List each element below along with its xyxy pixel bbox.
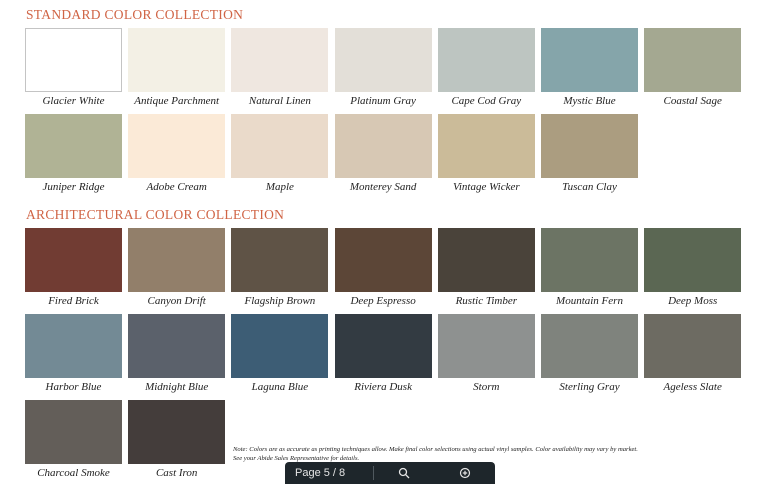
color-swatch (128, 114, 226, 178)
color-swatch (334, 314, 432, 378)
color-swatch-label: Monterey Sand (349, 181, 417, 193)
color-swatch-item: Storm (437, 314, 535, 393)
color-swatch-label: Tuscan Clay (562, 181, 617, 193)
disclaimer-line-1: Note: Colors are as accurate as printing… (233, 446, 638, 453)
color-swatch (437, 28, 535, 92)
color-swatch-item: Antique Parchment (128, 28, 226, 107)
color-swatch (128, 400, 226, 464)
color-swatch-item: Rustic Timber (437, 228, 535, 307)
color-swatch-item: Deep Espresso (334, 228, 432, 307)
color-swatch (334, 28, 432, 92)
color-swatch (231, 28, 329, 92)
color-swatch-label: Cape Cod Gray (451, 95, 522, 107)
color-swatch-label: Harbor Blue (45, 381, 102, 393)
color-swatch-label: Riviera Dusk (354, 381, 412, 393)
color-swatch (231, 314, 329, 378)
color-swatch (437, 114, 535, 178)
color-swatch-item: Maple (231, 114, 329, 193)
color-swatch (644, 28, 742, 92)
color-swatch-item: Sterling Gray (541, 314, 638, 393)
color-swatch-label: Midnight Blue (145, 381, 209, 393)
color-swatch (541, 114, 638, 178)
color-swatch-item: Riviera Dusk (334, 314, 432, 393)
color-swatch-label: Mountain Fern (556, 295, 623, 307)
color-swatch-item: Tuscan Clay (541, 114, 638, 193)
color-swatch-label: Juniper Ridge (42, 181, 105, 193)
color-swatch-label: Deep Espresso (350, 295, 416, 307)
color-swatch-item: Cape Cod Gray (437, 28, 535, 107)
color-swatch (25, 228, 122, 292)
color-swatch-label: Adobe Cream (146, 181, 207, 193)
color-swatch-item: Vintage Wicker (437, 114, 535, 193)
color-swatch-label: Maple (265, 181, 294, 193)
magnifier-icon[interactable] (374, 462, 435, 484)
color-swatch-label: Deep Moss (668, 295, 718, 307)
zoom-icon-glyph (459, 467, 470, 479)
disclaimer-note: Note: Colors are as accurate as printing… (233, 446, 638, 463)
color-swatch-item: Canyon Drift (128, 228, 226, 307)
color-swatch-item: Ageless Slate (644, 314, 742, 393)
color-swatch-item: Midnight Blue (128, 314, 226, 393)
color-swatch-label: Fired Brick (48, 295, 99, 307)
color-swatch-item: Adobe Cream (128, 114, 226, 193)
magnifier-icon-glyph (399, 467, 410, 479)
color-swatch (334, 114, 432, 178)
color-swatch-item: Natural Linen (231, 28, 329, 107)
color-swatch-item: Fired Brick (25, 228, 122, 307)
color-swatch-label: Flagship Brown (244, 295, 316, 307)
color-swatch-label: Canyon Drift (147, 295, 206, 307)
color-swatch-item: Platinum Gray (334, 28, 432, 107)
color-swatch (231, 228, 329, 292)
architectural-collection-title: ARCHITECTURAL COLOR COLLECTION (26, 207, 285, 222)
color-swatch (128, 314, 226, 378)
color-swatch-item: Harbor Blue (25, 314, 122, 393)
color-swatch-label: Charcoal Smoke (37, 467, 110, 479)
color-swatch-label: Laguna Blue (251, 381, 309, 393)
color-swatch-label: Rustic Timber (455, 295, 517, 307)
color-swatch (25, 400, 122, 464)
color-swatch-item: Glacier White (25, 28, 122, 107)
color-swatch-label: Cast Iron (155, 467, 198, 479)
color-swatch-label: Natural Linen (248, 95, 311, 107)
color-swatch (334, 228, 432, 292)
color-swatch-item: Charcoal Smoke (25, 400, 122, 479)
color-swatch-label: Antique Parchment (134, 95, 220, 107)
color-swatch (541, 28, 638, 92)
color-swatch-item: Deep Moss (644, 228, 742, 307)
color-swatch-label: Glacier White (42, 95, 105, 107)
color-swatch (644, 314, 742, 378)
color-swatch (644, 228, 742, 292)
color-swatch-label: Sterling Gray (559, 381, 620, 393)
color-swatch-label: Platinum Gray (350, 95, 416, 107)
color-swatch (541, 314, 638, 378)
zoom-icon[interactable] (435, 462, 496, 484)
color-swatch-item: Mystic Blue (541, 28, 638, 107)
color-swatch-item: Coastal Sage (644, 28, 742, 107)
color-swatch (128, 28, 226, 92)
color-swatch-item: Mountain Fern (541, 228, 638, 307)
color-swatch (231, 114, 329, 178)
page-indicator[interactable]: Page 5 / 8 (285, 462, 373, 484)
color-swatch-label: Ageless Slate (663, 381, 722, 393)
color-swatch (128, 228, 226, 292)
color-swatch (437, 228, 535, 292)
color-swatch (25, 114, 122, 178)
color-swatch (25, 314, 122, 378)
color-swatch (25, 28, 122, 92)
color-swatch-label: Vintage Wicker (452, 181, 520, 193)
color-swatch (437, 314, 535, 378)
color-swatch-item: Monterey Sand (334, 114, 432, 193)
color-swatch-item: Flagship Brown (231, 228, 329, 307)
color-swatch (541, 228, 638, 292)
standard-collection-title: STANDARD COLOR COLLECTION (26, 7, 244, 22)
color-swatch-label: Mystic Blue (563, 95, 616, 107)
color-swatch-item: Juniper Ridge (25, 114, 122, 193)
color-swatch-label: Coastal Sage (663, 95, 722, 107)
pdf-viewer-toolbar: Page 5 / 8 (285, 462, 495, 484)
color-swatch-item: Cast Iron (128, 400, 226, 479)
color-swatch-item: Laguna Blue (231, 314, 329, 393)
color-swatch-label: Storm (473, 381, 500, 393)
